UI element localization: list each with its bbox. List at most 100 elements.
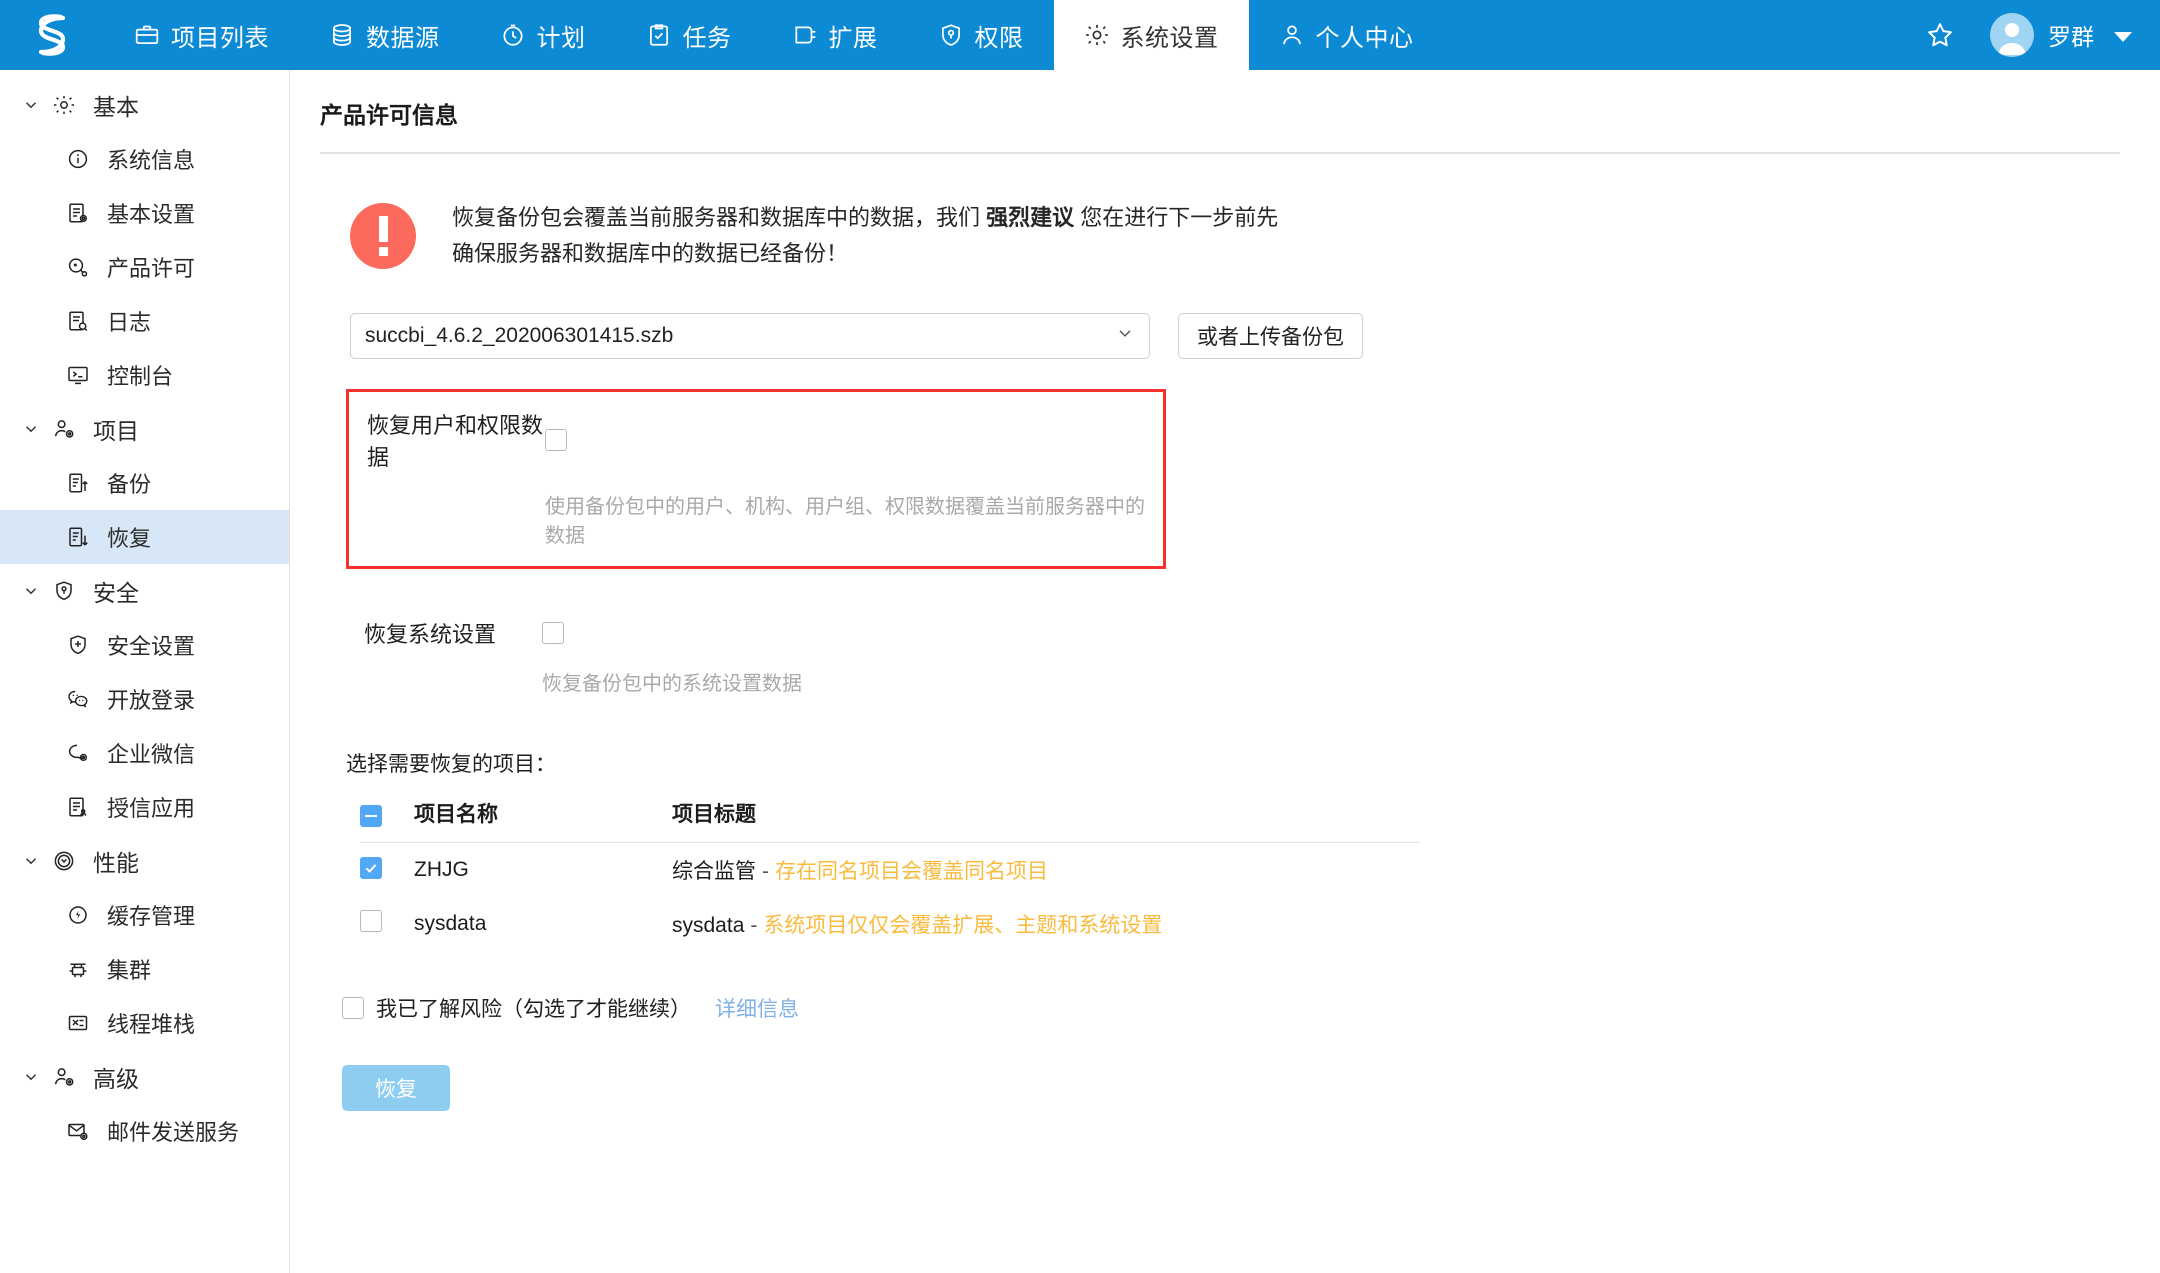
app-logo[interactable]: [0, 0, 104, 70]
nav-label: 权限: [974, 24, 1024, 52]
topbar-right-actions: 罗群: [1912, 0, 2160, 70]
nav-item-personal-center[interactable]: 个人中心: [1249, 0, 1444, 70]
doc-user-icon: [66, 795, 96, 819]
sidebar-group-project[interactable]: 项目: [0, 402, 289, 456]
warning-text: 恢复备份包会覆盖当前服务器和数据库中的数据，我们 强烈建议 您在进行下一步前先确…: [452, 200, 1292, 273]
sidebar-item-log[interactable]: 日志: [0, 294, 289, 348]
backup-file-value: succbi_4.6.2_202006301415.szb: [365, 323, 674, 347]
nav-item-project-list[interactable]: 项目列表: [104, 0, 299, 70]
sidebar-item-cache-management[interactable]: 缓存管理: [0, 888, 289, 942]
column-header-project-name: 项目名称: [414, 791, 672, 843]
user-name: 罗群: [2048, 24, 2094, 50]
main-nav: 项目列表 数据源 计划 任务 扩展 权限 系统设置 个人中心: [104, 0, 1444, 70]
nav-item-system-settings[interactable]: 系统设置: [1053, 0, 1249, 70]
page-title: 产品许可信息: [320, 102, 458, 128]
sidebar-item-trusted-apps[interactable]: 授信应用: [0, 780, 289, 834]
sidebar-item-system-info[interactable]: 系统信息: [0, 132, 289, 186]
chevron-down-icon: [22, 1068, 40, 1086]
info-circle-icon: [66, 147, 96, 171]
nav-label: 个人中心: [1315, 24, 1414, 52]
cache-bolt-icon: [66, 903, 96, 927]
sidebar-item-security-settings[interactable]: 安全设置: [0, 618, 289, 672]
upload-backup-button[interactable]: 或者上传备份包: [1178, 312, 1363, 359]
gauge-icon: [52, 849, 82, 873]
chevron-down-icon: [22, 420, 40, 438]
nav-label: 扩展: [828, 24, 878, 52]
sidebar-item-label: 开放登录: [107, 688, 196, 713]
row-checkbox-sysdata[interactable]: [360, 909, 382, 932]
doc-down-icon: [66, 525, 96, 549]
restore-user-permission-checkbox[interactable]: [545, 428, 567, 451]
backup-file-select[interactable]: succbi_4.6.2_202006301415.szb: [350, 312, 1150, 359]
option-description: 使用备份包中的用户、机构、用户组、权限数据覆盖当前服务器中的数据: [545, 495, 1145, 547]
sidebar-item-enterprise-wechat[interactable]: 企业微信: [0, 726, 289, 780]
sidebar-item-open-login[interactable]: 开放登录: [0, 672, 289, 726]
sidebar-item-product-license[interactable]: 产品许可: [0, 240, 289, 294]
sidebar-item-cluster[interactable]: 集群: [0, 942, 289, 996]
sidebar-item-label: 系统信息: [107, 148, 196, 173]
option-restore-user-permission: 恢复用户和权限数据 使用备份包中的用户、机构、用户组、权限数据覆盖当前服务器中的…: [346, 388, 1166, 569]
top-navigation-bar: 项目列表 数据源 计划 任务 扩展 权限 系统设置 个人中心 罗群: [0, 0, 2160, 70]
sidebar-item-label: 集群: [107, 958, 152, 983]
shield-plus-icon: [66, 633, 96, 657]
shield-key-icon: [938, 22, 964, 48]
sidebar-item-label: 授信应用: [107, 796, 196, 821]
select-all-checkbox[interactable]: [360, 804, 382, 827]
sidebar-item-restore[interactable]: 恢复: [0, 510, 289, 564]
table-header-row: 项目名称 项目标题: [360, 791, 1420, 843]
star-icon[interactable]: [1912, 7, 1968, 63]
table-row: ZHJG 综合监管 - 存在同名项目会覆盖同名项目: [360, 842, 1420, 897]
restore-system-settings-checkbox[interactable]: [542, 621, 564, 644]
nav-label: 系统设置: [1120, 24, 1219, 52]
title-note-separator: -: [762, 859, 769, 883]
sidebar-group-performance[interactable]: 性能: [0, 834, 289, 888]
row-select-cell: [360, 897, 414, 951]
user-menu[interactable]: 罗群: [1990, 13, 2132, 57]
sidebar-item-console[interactable]: 控制台: [0, 348, 289, 402]
sidebar-item-backup[interactable]: 备份: [0, 456, 289, 510]
row-checkbox-zhjg[interactable]: [360, 857, 382, 880]
nav-item-plan[interactable]: 计划: [470, 0, 616, 70]
sidebar-group-label: 安全: [93, 580, 139, 606]
sidebar-group-security[interactable]: 安全: [0, 564, 289, 618]
select-all-cell: [360, 791, 414, 843]
sidebar-item-mail-service[interactable]: 邮件发送服务: [0, 1104, 289, 1158]
nav-label: 计划: [536, 24, 586, 52]
sidebar-group-label: 基本: [93, 94, 139, 120]
sidebar-item-basic-settings[interactable]: 基本设置: [0, 186, 289, 240]
settings-sidebar: 基本 系统信息 基本设置 产品许可 日志 控制台 项目 备份 恢复 安全 安全设…: [0, 70, 290, 1273]
option-restore-system-settings: 恢复系统设置 恢复备份包中的系统设置数据: [346, 599, 1166, 714]
sidebar-item-label: 产品许可: [107, 256, 196, 281]
threads-icon: [66, 1011, 96, 1035]
column-header-project-title: 项目标题: [672, 791, 1420, 843]
sidebar-item-label: 企业微信: [107, 742, 196, 767]
nav-item-extension[interactable]: 扩展: [762, 0, 908, 70]
row-select-cell: [360, 842, 414, 897]
sidebar-group-label: 项目: [93, 418, 139, 444]
detail-info-link[interactable]: 详细信息: [715, 993, 799, 1023]
mail-gear-icon: [66, 1119, 96, 1143]
avatar: [1990, 13, 2034, 57]
user-gear-icon: [52, 1065, 82, 1089]
acknowledge-risk-checkbox[interactable]: [342, 996, 364, 1019]
chat-gear-icon: [66, 741, 96, 765]
main-content: 产品许可信息 恢复备份包会覆盖当前服务器和数据库中的数据，我们 强烈建议 您在进…: [290, 70, 2160, 1273]
chevron-down-icon: [1115, 323, 1135, 349]
nav-item-task[interactable]: 任务: [616, 0, 762, 70]
sidebar-group-basic[interactable]: 基本: [0, 78, 289, 132]
user-icon: [1279, 22, 1305, 48]
backup-file-row: succbi_4.6.2_202006301415.szb 或者上传备份包: [320, 312, 2120, 359]
sidebar-item-thread-stack[interactable]: 线程堆栈: [0, 996, 289, 1050]
acknowledge-risk-label: 我已了解风险（勾选了才能继续）: [376, 997, 691, 1021]
restore-button[interactable]: 恢复: [342, 1064, 450, 1111]
nav-item-permission[interactable]: 权限: [908, 0, 1054, 70]
nav-item-data-source[interactable]: 数据源: [299, 0, 470, 70]
sidebar-item-label: 日志: [107, 310, 152, 335]
database-icon: [329, 22, 355, 48]
nav-label: 数据源: [366, 24, 440, 52]
gear-icon: [1084, 22, 1110, 48]
cell-project-name: ZHJG: [414, 857, 469, 881]
page-body: 基本 系统信息 基本设置 产品许可 日志 控制台 项目 备份 恢复 安全 安全设…: [0, 70, 2160, 1273]
project-table-caption: 选择需要恢复的项目：: [346, 752, 556, 776]
sidebar-group-advanced[interactable]: 高级: [0, 1050, 289, 1104]
